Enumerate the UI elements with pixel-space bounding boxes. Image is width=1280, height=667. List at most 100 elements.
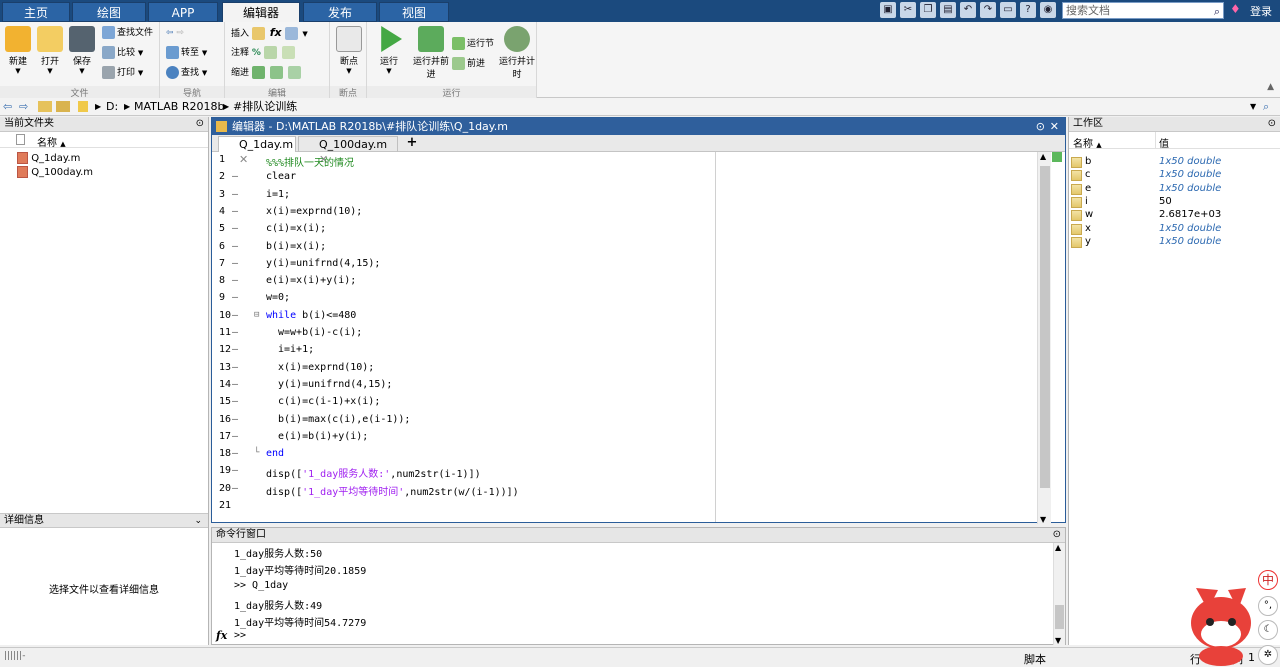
editor-scrollbar[interactable]: ▲ ▼ bbox=[1037, 152, 1051, 524]
code-line[interactable]: 6— b(i)=x(i); bbox=[212, 241, 712, 258]
list-item[interactable]: Q_100day.m bbox=[17, 166, 93, 178]
line-number[interactable]: 1 bbox=[212, 154, 254, 165]
list-item[interactable]: Q_1day.m bbox=[17, 152, 80, 164]
code-line[interactable]: 9— w=0; bbox=[212, 292, 712, 309]
code-line[interactable]: 1 %%%排队一天的情况 bbox=[212, 154, 712, 171]
address-dropdown-icon[interactable]: ▼ bbox=[1250, 98, 1256, 116]
breadcrumb-drive[interactable]: D: bbox=[106, 98, 118, 116]
value-column-header[interactable]: 值 bbox=[1159, 135, 1169, 150]
editor-menu-icon[interactable]: ⊙ bbox=[1036, 118, 1045, 135]
back-arrow-icon[interactable]: ⇦ bbox=[166, 28, 174, 38]
code-line[interactable]: 21 bbox=[212, 500, 712, 517]
workspace-variable-row[interactable]: x 1x50 double bbox=[1069, 223, 1279, 236]
code-line[interactable]: 3— i=1; bbox=[212, 189, 712, 206]
editor-tab-q1day[interactable]: Q_1day.m ✕ bbox=[218, 136, 296, 166]
indent-button[interactable]: 缩进 bbox=[231, 65, 303, 81]
ime-punctuation-icon[interactable]: °, bbox=[1258, 596, 1278, 616]
command-scrollbar[interactable]: ▲ ▼ bbox=[1053, 543, 1065, 645]
fold-end-icon[interactable]: └ bbox=[254, 448, 259, 458]
insert-button[interactable]: 插入 fx ▼ bbox=[231, 25, 308, 41]
new-button[interactable]: 新建 ▼ bbox=[2, 26, 34, 75]
comment-button[interactable]: 注释 % bbox=[231, 45, 297, 61]
login-link[interactable]: 登录 bbox=[1250, 3, 1272, 19]
forward-arrow-icon[interactable]: ⇨ bbox=[176, 28, 184, 38]
code-line[interactable]: 7— y(i)=unifrnd(4,15); bbox=[212, 258, 712, 275]
search-icon[interactable]: ⌕ bbox=[1214, 4, 1220, 19]
scrollbar-thumb[interactable] bbox=[1055, 605, 1064, 629]
run-section-button[interactable]: 运行节 bbox=[452, 36, 494, 52]
advance-button[interactable]: 前进 bbox=[452, 56, 485, 72]
code-line[interactable]: 16— b(i)=max(c(i),e(i-1)); bbox=[212, 414, 712, 431]
code-analyzer-status-icon[interactable] bbox=[1052, 152, 1062, 162]
percent-icon[interactable]: % bbox=[252, 48, 261, 58]
insert-function-icon[interactable] bbox=[284, 27, 298, 40]
code-line[interactable]: 15— c(i)=c(i-1)+x(i); bbox=[212, 396, 712, 413]
user-icon[interactable]: ♦ bbox=[1230, 2, 1244, 18]
help-icon[interactable]: ? bbox=[1020, 2, 1036, 18]
scroll-down-icon[interactable]: ▼ bbox=[1040, 515, 1046, 524]
command-prompt[interactable]: >> bbox=[234, 630, 246, 641]
open-button[interactable]: 打开 ▼ bbox=[34, 26, 66, 75]
scroll-up-icon[interactable]: ▲ bbox=[1055, 543, 1061, 552]
panel-menu-icon[interactable]: ⊙ bbox=[1268, 117, 1276, 131]
column-divider[interactable] bbox=[1155, 132, 1156, 149]
code-line[interactable]: 8— e(i)=x(i)+y(i); bbox=[212, 275, 712, 292]
code-line[interactable]: 5— c(i)=x(i); bbox=[212, 223, 712, 240]
code-line[interactable]: 11— w=w+b(i)-c(i); bbox=[212, 327, 712, 344]
code-line[interactable]: 13— x(i)=exprnd(10); bbox=[212, 362, 712, 379]
code-line[interactable]: 2— clear bbox=[212, 171, 712, 188]
run-and-time-button[interactable]: 运行并计时 bbox=[499, 26, 535, 80]
tab-home[interactable]: 主页 bbox=[2, 2, 70, 22]
paste-icon[interactable]: ▤ bbox=[940, 2, 956, 18]
community-icon[interactable]: ◉ bbox=[1040, 2, 1056, 18]
code-line[interactable]: 20— disp(['1_day平均等待时间',num2str(w/(i-1))]… bbox=[212, 483, 712, 500]
breakpoints-button[interactable]: 断点 ▼ bbox=[333, 26, 365, 75]
cut-icon[interactable]: ✂ bbox=[900, 2, 916, 18]
breadcrumb-matlab[interactable]: MATLAB R2018b bbox=[134, 98, 224, 116]
find-files-button[interactable]: 查找文件 bbox=[102, 25, 153, 41]
close-icon[interactable]: ✕ bbox=[1050, 118, 1059, 135]
workspace-variable-row[interactable]: b 1x50 double bbox=[1069, 156, 1279, 169]
copy-icon[interactable]: ❐ bbox=[920, 2, 936, 18]
workspace-variable-row[interactable]: c 1x50 double bbox=[1069, 169, 1279, 182]
run-button[interactable]: 运行 ▼ bbox=[373, 26, 405, 75]
code-line[interactable]: 14— y(i)=unifrnd(4,15); bbox=[212, 379, 712, 396]
code-line[interactable]: 17— e(i)=b(i)+y(i); bbox=[212, 431, 712, 448]
fx-icon[interactable]: fx bbox=[270, 26, 282, 39]
scroll-down-icon[interactable]: ▼ bbox=[1055, 636, 1061, 645]
print-button[interactable]: 打印 ▼ bbox=[102, 65, 143, 81]
back-icon[interactable]: ⇦ bbox=[3, 98, 12, 116]
scroll-up-icon[interactable]: ▲ bbox=[1040, 152, 1046, 161]
tab-view[interactable]: 视图 bbox=[379, 2, 449, 22]
uncomment-icon[interactable] bbox=[263, 46, 277, 59]
ime-chinese-toggle[interactable]: 中 bbox=[1258, 570, 1278, 590]
new-tab-button[interactable]: + bbox=[402, 136, 422, 152]
fx-icon[interactable]: fx bbox=[216, 629, 227, 642]
chevron-down-icon[interactable]: ⌄ bbox=[194, 514, 202, 528]
code-line[interactable]: 4— x(i)=exprnd(10); bbox=[212, 206, 712, 223]
workspace-variable-row[interactable]: i 50 bbox=[1069, 196, 1279, 209]
name-column-header[interactable]: 名称 ▲ bbox=[37, 134, 66, 149]
line-number[interactable]: 21 bbox=[212, 500, 254, 511]
tab-publish[interactable]: 发布 bbox=[303, 2, 377, 22]
code-line[interactable]: 10— while b(i)<=480 ⊟ bbox=[212, 310, 712, 327]
code-line[interactable]: 18— end └ bbox=[212, 448, 712, 465]
wrap-comment-icon[interactable] bbox=[281, 46, 295, 59]
code-line[interactable]: 19— disp(['1_day服务人数:',num2str(i-1)]) bbox=[212, 465, 712, 482]
increase-indent-icon[interactable] bbox=[269, 66, 283, 79]
find-button[interactable]: 查找 ▼ bbox=[166, 65, 207, 81]
ime-tools-icon[interactable]: ✲ bbox=[1258, 645, 1278, 665]
tab-apps[interactable]: APP bbox=[148, 2, 218, 22]
code-line[interactable]: 12— i=i+1; bbox=[212, 344, 712, 361]
panel-menu-icon[interactable]: ⊙ bbox=[196, 117, 204, 131]
tab-plots[interactable]: 绘图 bbox=[72, 2, 146, 22]
code-area[interactable]: 1 %%%排队一天的情况 2— clear 3— i=1; 4— x(i)=exprnd(10… bbox=[212, 152, 1037, 522]
search-documentation-input[interactable]: 搜索文档 ⌕ bbox=[1062, 2, 1224, 19]
ime-mascot[interactable]: 中 °, ☾ ✲ bbox=[1188, 568, 1280, 667]
workspace-variable-row[interactable]: y 1x50 double bbox=[1069, 236, 1279, 249]
goto-button[interactable]: 转至 ▼ bbox=[166, 45, 207, 61]
collapse-ribbon-icon[interactable]: ▲ bbox=[1267, 82, 1274, 92]
breadcrumb-folder[interactable]: #排队论训练 bbox=[233, 98, 297, 116]
editor-tab-q100day[interactable]: Q_100day.m ✕ bbox=[298, 136, 398, 166]
decrease-indent-icon[interactable] bbox=[287, 66, 301, 79]
